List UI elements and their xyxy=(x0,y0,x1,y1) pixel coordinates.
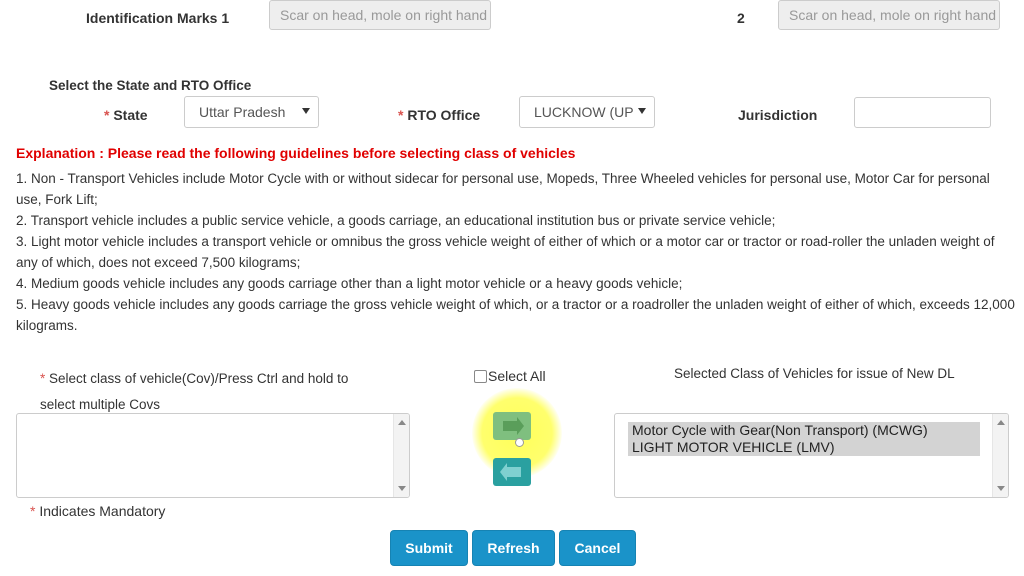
mandatory-note: * Indicates Mandatory xyxy=(30,503,165,519)
arrow-right-icon xyxy=(503,417,524,435)
scroll-up-icon[interactable] xyxy=(398,420,406,425)
submit-button[interactable]: Submit xyxy=(390,530,468,566)
move-left-button[interactable] xyxy=(493,458,531,486)
required-marker: * xyxy=(104,107,110,123)
refresh-button[interactable]: Refresh xyxy=(472,530,555,566)
scroll-down-icon[interactable] xyxy=(398,486,406,491)
chevron-down-icon xyxy=(638,108,646,114)
cancel-button[interactable]: Cancel xyxy=(559,530,636,566)
scroll-down-icon[interactable] xyxy=(997,486,1005,491)
selected-cov-listbox[interactable]: Motor Cycle with Gear(Non Transport) (MC… xyxy=(614,413,1009,498)
move-right-button[interactable] xyxy=(493,412,531,440)
jurisdiction-label: Jurisdiction xyxy=(738,107,818,123)
rto-office-select[interactable]: LUCKNOW (UP32) xyxy=(519,96,655,128)
cov-select-label: * Select class of vehicle(Cov)/Press Ctr… xyxy=(40,366,348,418)
guideline-item: 5. Heavy goods vehicle includes any good… xyxy=(16,297,1015,333)
scroll-up-icon[interactable] xyxy=(997,420,1005,425)
listbox-scrollbar[interactable] xyxy=(393,414,409,497)
available-cov-listbox[interactable] xyxy=(16,413,410,498)
cov-select-label-line2: select multiple Covs xyxy=(40,397,161,412)
identification-marks-label: Identification Marks 1 xyxy=(86,10,230,26)
selected-cov-option[interactable]: LIGHT MOTOR VEHICLE (LMV) xyxy=(628,439,980,456)
required-marker: * xyxy=(398,107,404,123)
guideline-item: 2. Transport vehicle includes a public s… xyxy=(16,213,776,228)
rto-section-title: Select the State and RTO Office xyxy=(49,78,252,93)
state-label: * State xyxy=(104,107,148,123)
identification-mark-1-input[interactable]: Scar on head, mole on right hand xyxy=(269,0,491,30)
identification-mark-2-input[interactable]: Scar on head, mole on right hand xyxy=(778,0,1000,30)
selected-cov-label: Selected Class of Vehicles for issue of … xyxy=(674,366,955,381)
state-select-value: Uttar Pradesh xyxy=(199,104,286,120)
rto-office-label: * RTO Office xyxy=(398,107,480,123)
guideline-item: 4. Medium goods vehicle includes any goo… xyxy=(16,276,683,291)
rto-office-select-value: LUCKNOW (UP32) xyxy=(534,104,634,120)
identification-marks-2-label: 2 xyxy=(737,10,745,26)
state-select[interactable]: Uttar Pradesh xyxy=(184,96,319,128)
jurisdiction-input[interactable] xyxy=(854,97,991,128)
arrow-left-icon xyxy=(500,463,521,481)
required-marker: * xyxy=(30,503,36,519)
chevron-down-icon xyxy=(302,108,310,114)
guideline-item: 1. Non - Transport Vehicles include Moto… xyxy=(16,171,990,207)
required-marker: * xyxy=(40,371,46,386)
select-all-label: Select All xyxy=(488,368,546,384)
state-label-text: State xyxy=(113,107,148,123)
listbox-scrollbar[interactable] xyxy=(992,414,1008,497)
guideline-item: 3. Light motor vehicle includes a transp… xyxy=(16,234,995,270)
rto-office-label-text: RTO Office xyxy=(407,107,481,123)
cov-select-label-line1: Select class of vehicle(Cov)/Press Ctrl … xyxy=(49,371,349,386)
select-all-control[interactable]: Select All xyxy=(474,368,546,384)
guidelines-list: 1. Non - Transport Vehicles include Moto… xyxy=(16,168,1016,336)
select-all-checkbox[interactable] xyxy=(474,370,487,383)
mandatory-note-text: Indicates Mandatory xyxy=(39,503,166,519)
explanation-title: Explanation : Please read the following … xyxy=(16,145,576,161)
selected-cov-option[interactable]: Motor Cycle with Gear(Non Transport) (MC… xyxy=(628,422,980,439)
mouse-cursor-icon xyxy=(515,438,524,447)
